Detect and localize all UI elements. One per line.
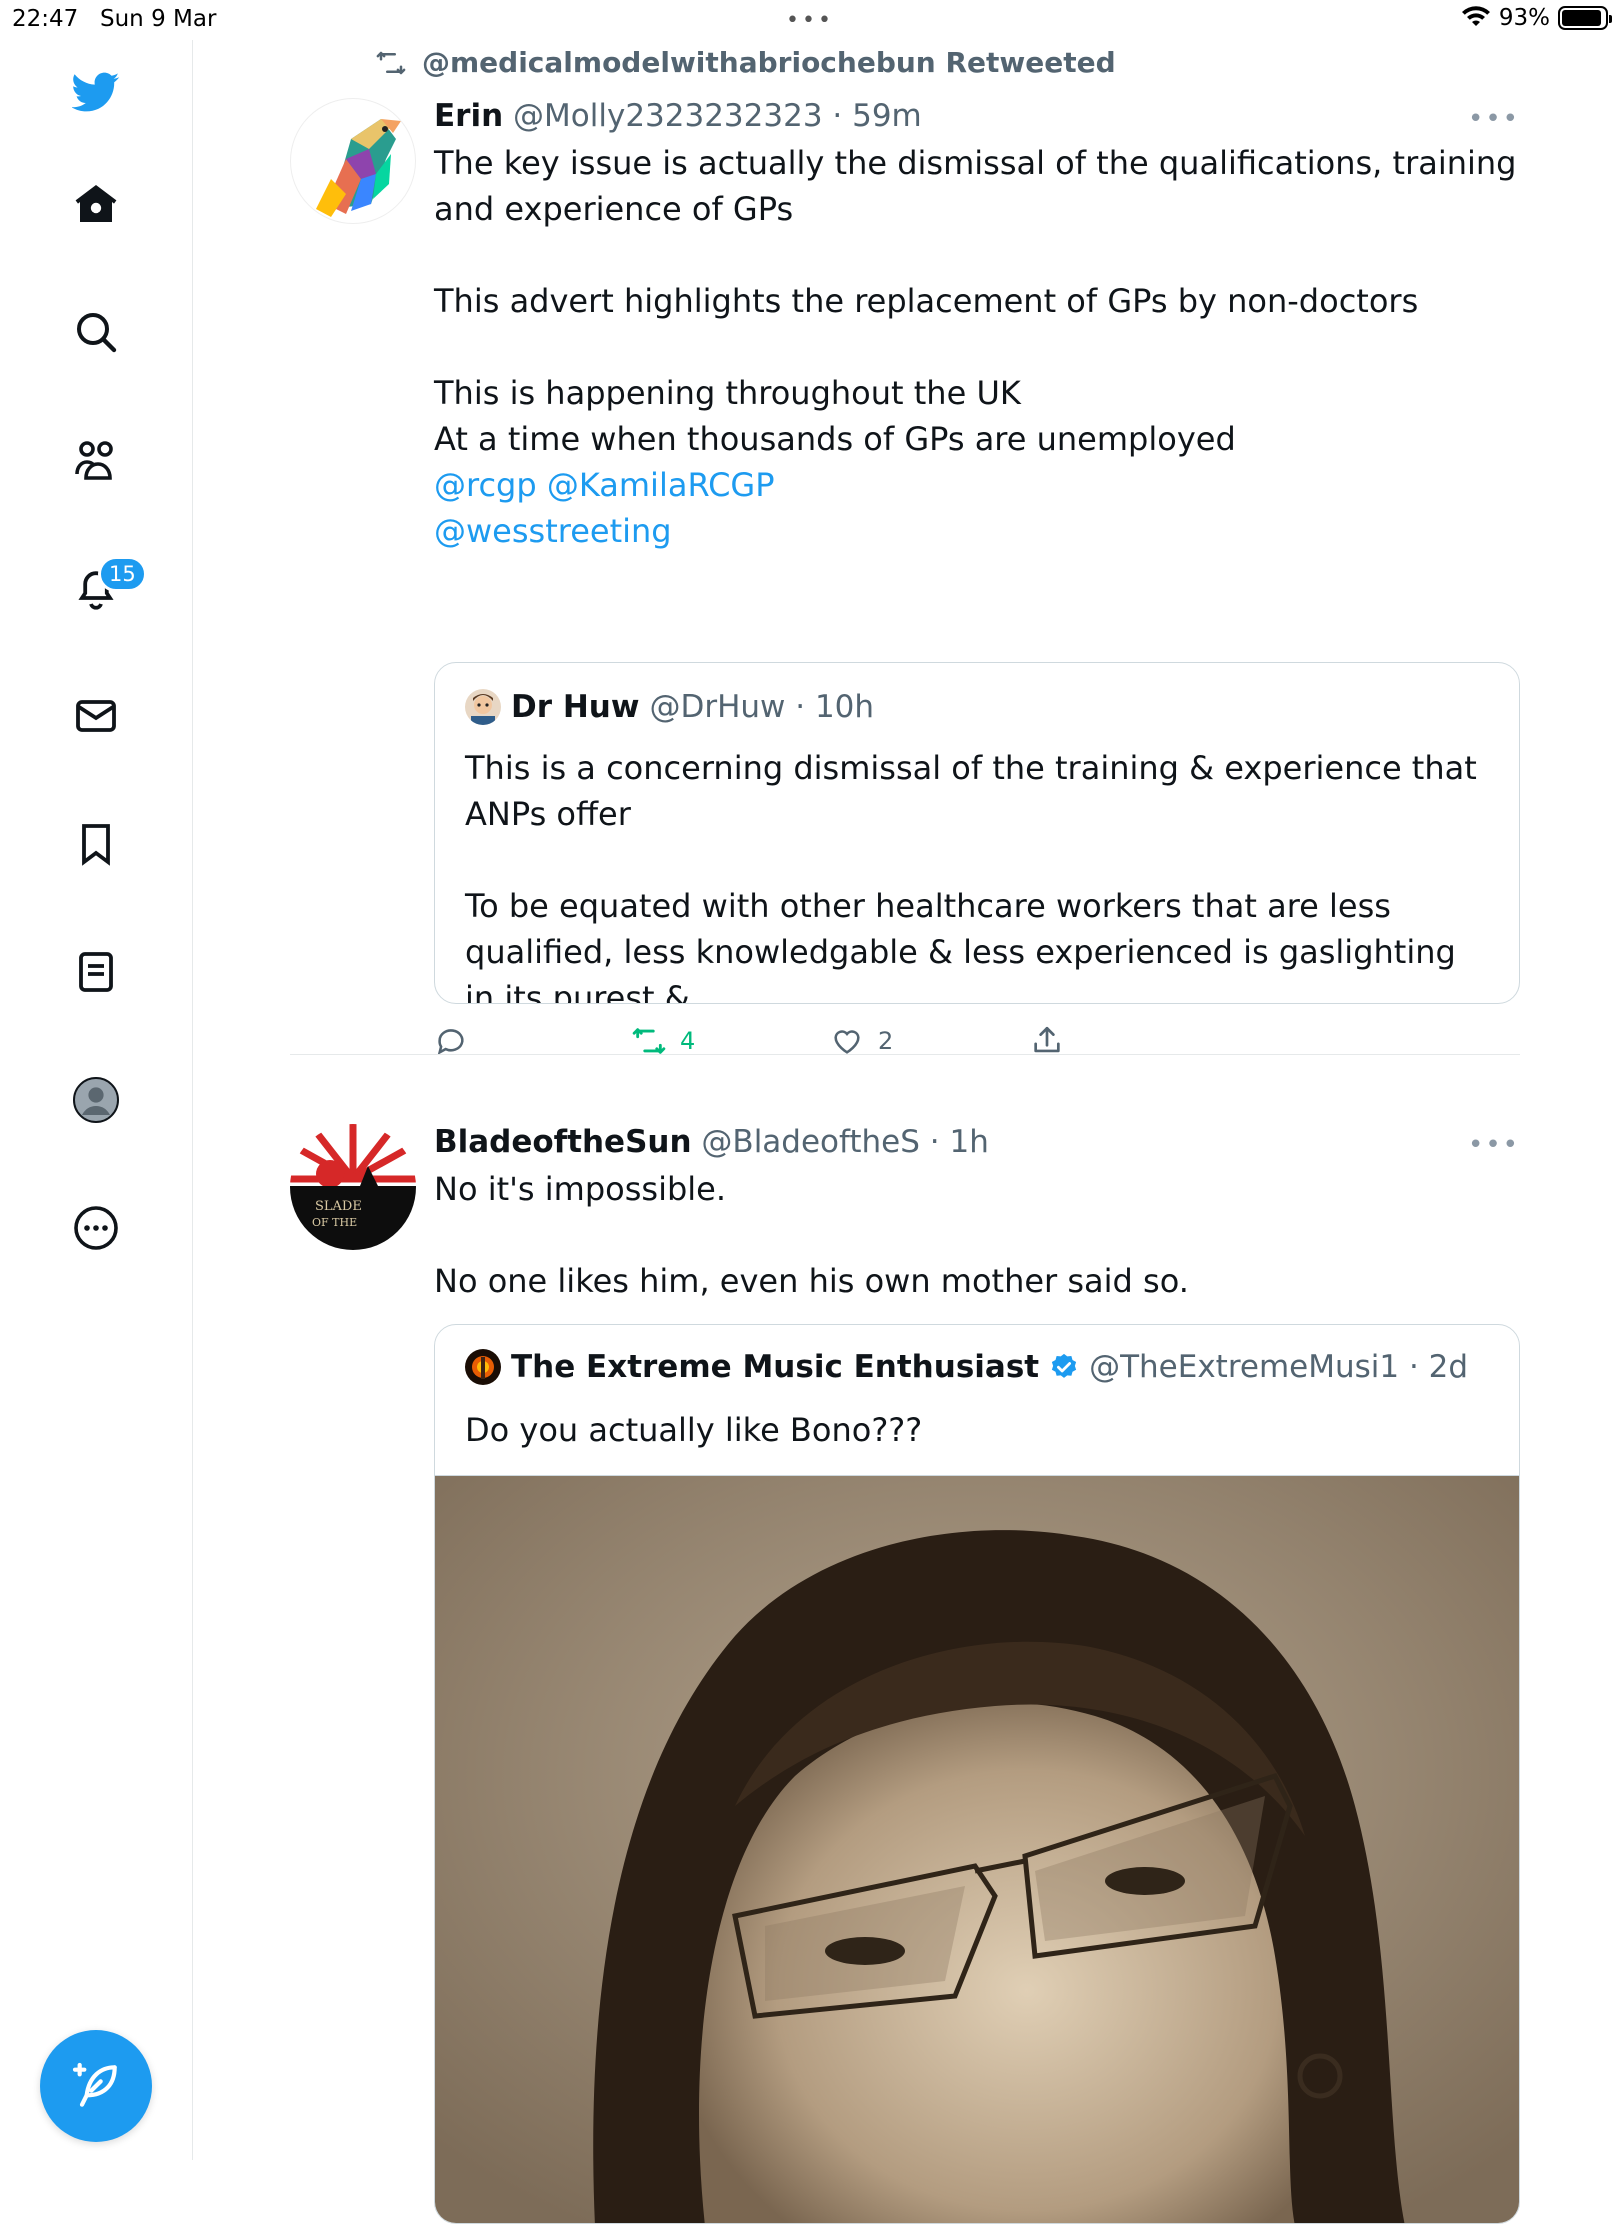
quoted-tweet[interactable]: Dr Huw @DrHuw · 10h This is a concerning… [434, 662, 1520, 1004]
tweet-body: BladeoftheSun @BladeoftheS · 1h ••• No i… [434, 1122, 1520, 1304]
profile-icon[interactable] [64, 1068, 128, 1132]
notifications-badge: 15 [98, 556, 147, 592]
messages-icon[interactable] [64, 684, 128, 748]
tweet-text: The key issue is actually the dismissal … [434, 144, 1517, 458]
reply-button[interactable] [434, 1024, 482, 1058]
status-date: Sun 9 Mar [100, 6, 217, 32]
retweet-icon [376, 51, 406, 74]
quoted-author-name: Dr Huw [511, 689, 640, 725]
communities-icon[interactable] [64, 428, 128, 492]
quoted-author-meta: @DrHuw · 10h [649, 689, 875, 725]
status-time: 22:47 [12, 6, 79, 32]
quoted-author-name: The Extreme Music Enthusiast [511, 1349, 1040, 1385]
sepia-portrait-photo [435, 1476, 1519, 2223]
battery-percent: 93% [1498, 5, 1550, 31]
avatar[interactable] [290, 98, 416, 224]
avatar-logo-text: SLADE [315, 1199, 362, 1214]
author-name[interactable]: BladeoftheSun [434, 1124, 692, 1160]
quoted-tweet-text: This is a concerning dismissal of the tr… [465, 749, 1477, 1004]
quoted-media[interactable] [435, 1475, 1519, 2223]
more-options-icon[interactable]: ••• [1468, 104, 1520, 134]
quoted-tweet-header: Dr Huw @DrHuw · 10h [465, 689, 874, 725]
status-bar: 22:47 Sun 9 Mar ••• 93% [0, 0, 1620, 40]
like-count: 2 [878, 1027, 894, 1055]
share-icon [1034, 1026, 1060, 1053]
tweet-text: No it's impossible. No one likes him, ev… [434, 1170, 1189, 1300]
tweet-mentions[interactable]: @wesstreeting [434, 508, 1520, 554]
retweet-count: 4 [680, 1027, 696, 1055]
reply-icon [437, 1029, 464, 1055]
tweet-header: Erin @Molly2323232323 · 59m [434, 96, 1520, 136]
retweet-button[interactable]: 4 [632, 1024, 695, 1058]
quoted-avatar [465, 1349, 501, 1385]
wifi-icon [1461, 6, 1490, 26]
battery-icon [1558, 6, 1612, 30]
tweet-divider [290, 1054, 1520, 1055]
quoted-author-meta: @TheExtremeMusi1 · 2d [1089, 1349, 1469, 1385]
home-icon[interactable] [64, 172, 128, 236]
lists-icon[interactable] [64, 940, 128, 1004]
avatar-logo-text: OF THE [312, 1216, 357, 1229]
quoted-tweet[interactable]: The Extreme Music Enthusiast @TheExtreme… [434, 1324, 1520, 2224]
twitter-logo-icon[interactable] [64, 60, 128, 124]
author-meta[interactable]: @BladeoftheS · 1h [701, 1124, 988, 1160]
compose-tweet-button[interactable] [40, 2030, 152, 2142]
share-button[interactable] [1030, 1024, 1064, 1058]
verified-badge-icon [1051, 1353, 1077, 1378]
tweet[interactable]: SLADE OF THE BladeoftheSun @BladeoftheS … [290, 1080, 1520, 2224]
tweet-body: Erin @Molly2323232323 · 59m ••• The key … [434, 96, 1520, 554]
bookmarks-icon[interactable] [64, 812, 128, 876]
sidebar-nav: 15 [0, 40, 193, 2160]
retweet-header[interactable]: @medicalmodelwithabriochebun Retweeted [374, 46, 1116, 79]
author-name[interactable]: Erin [434, 98, 503, 134]
tweet-mentions[interactable]: @rcgp @KamilaRCGP [434, 462, 1520, 508]
search-icon[interactable] [64, 300, 128, 364]
tweet-header: BladeoftheSun @BladeoftheS · 1h [434, 1122, 1520, 1162]
more-icon[interactable] [64, 1196, 128, 1260]
blade-of-the-sun-avatar-image: SLADE OF THE [290, 1124, 416, 1250]
avatar[interactable]: SLADE OF THE [290, 1124, 416, 1250]
author-meta[interactable]: @Molly2323232323 · 59m [513, 98, 922, 134]
eagle-avatar-image [316, 119, 401, 217]
retweet-icon [632, 1028, 666, 1054]
battery-level [1562, 10, 1602, 26]
compose-feather-icon [72, 2062, 117, 2107]
quoted-tweet-header: The Extreme Music Enthusiast @TheExtreme… [465, 1349, 1468, 1385]
more-options-icon[interactable]: ••• [1468, 1130, 1520, 1160]
quoted-avatar [465, 689, 501, 725]
like-button[interactable]: 2 [830, 1024, 893, 1058]
tweet-actions: 4 2 [434, 1024, 1114, 1074]
tweet[interactable]: Erin @Molly2323232323 · 59m ••• The key … [290, 96, 1520, 1086]
quoted-tweet-text: Do you actually like Bono??? [465, 1411, 923, 1449]
status-right: 93% [1461, 5, 1612, 31]
retweeted-by-text: @medicalmodelwithabriochebun Retweeted [422, 46, 1116, 79]
multitasking-dots[interactable]: ••• [786, 8, 834, 33]
heart-icon [834, 1030, 860, 1054]
